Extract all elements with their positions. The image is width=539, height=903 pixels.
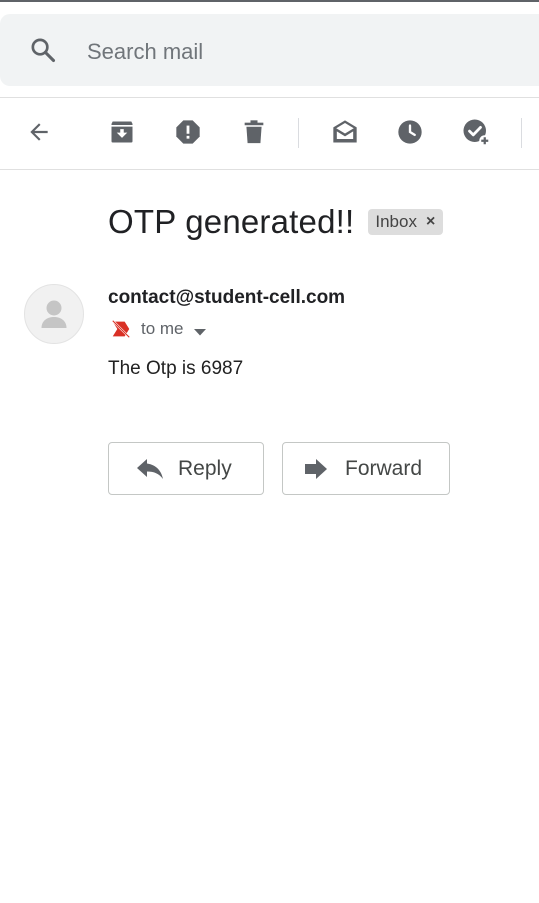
reply-label: Reply	[178, 456, 232, 480]
toolbar-separator	[521, 118, 522, 148]
email-body: The Otp is 6987	[108, 358, 244, 379]
toolbar-separator	[298, 118, 299, 148]
back-arrow-icon[interactable]	[21, 114, 57, 150]
recipient-text: to me	[141, 319, 184, 338]
inbox-label-chip[interactable]: Inbox ×	[368, 209, 444, 235]
reply-button[interactable]: Reply	[108, 442, 264, 495]
add-to-tasks-icon[interactable]	[458, 114, 494, 150]
message-toolbar	[0, 98, 539, 169]
subject-row: OTP generated!! Inbox ×	[108, 200, 444, 244]
top-border	[0, 0, 539, 2]
archive-icon[interactable]	[104, 114, 140, 150]
sender-email[interactable]: contact@student-cell.com	[108, 287, 345, 309]
forward-label: Forward	[345, 456, 423, 480]
delete-icon[interactable]	[236, 114, 272, 150]
reply-icon	[136, 458, 164, 480]
person-icon	[41, 300, 67, 328]
toolbar-divider-bottom	[0, 169, 539, 170]
search-bar[interactable]	[0, 14, 539, 86]
report-spam-icon[interactable]	[170, 114, 206, 150]
sender-avatar[interactable]	[24, 284, 84, 344]
important-marker-icon[interactable]	[110, 318, 132, 340]
recipient-row: to me	[110, 317, 207, 341]
forward-icon	[303, 458, 331, 480]
forward-button[interactable]: Forward	[282, 442, 450, 495]
mark-unread-icon[interactable]	[327, 114, 363, 150]
remove-label-icon[interactable]: ×	[426, 213, 435, 231]
search-input[interactable]	[85, 36, 509, 68]
search-icon[interactable]	[29, 36, 57, 64]
email-subject: OTP generated!!	[108, 203, 355, 240]
show-details-dropdown-icon[interactable]	[193, 324, 207, 336]
snooze-icon[interactable]	[392, 114, 428, 150]
label-chip-text: Inbox	[375, 212, 417, 231]
